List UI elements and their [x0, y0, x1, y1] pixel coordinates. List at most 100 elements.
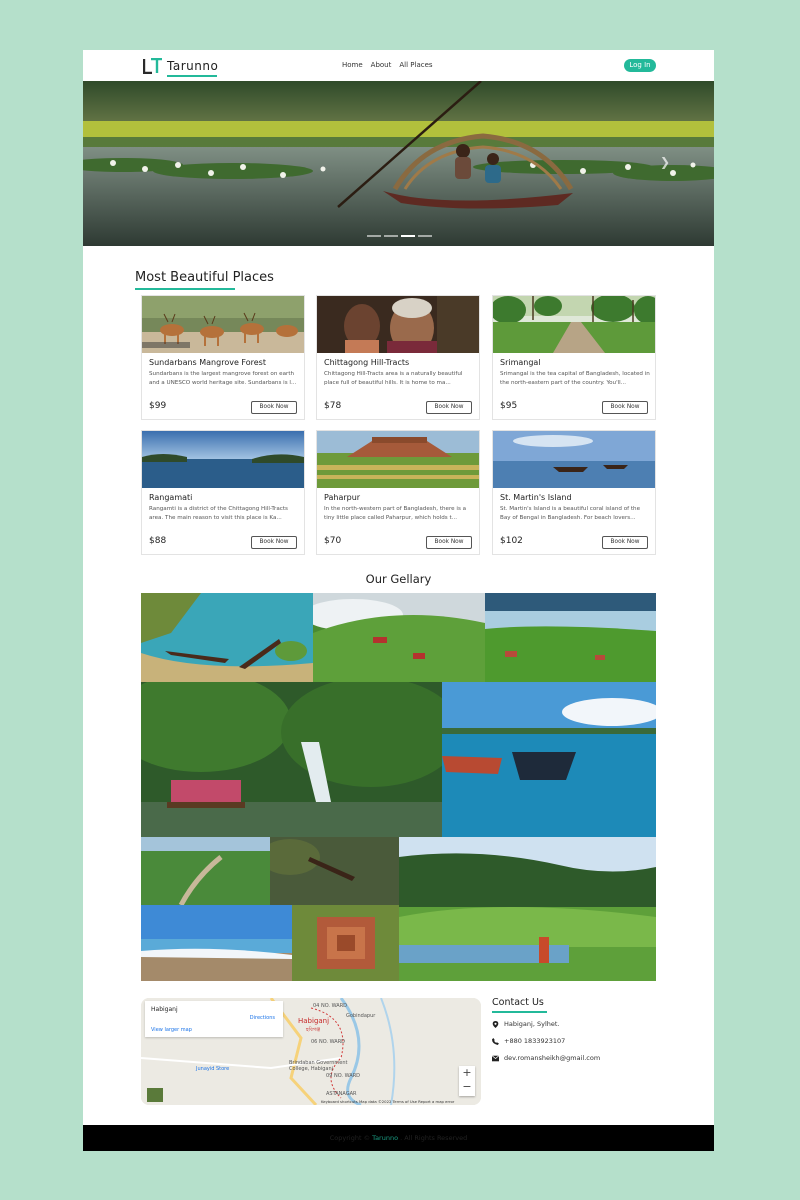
map-label: 06 NO. WARD [311, 1039, 346, 1045]
gallery-image[interactable] [141, 905, 292, 981]
gallery-image[interactable] [141, 837, 270, 905]
contact-email-text[interactable]: dev.romansheikh@gmail.com [504, 1054, 600, 1062]
place-name: Rangamati [149, 493, 193, 502]
place-description: Rangamti is a district of the Chittagong… [149, 506, 288, 521]
gallery-image[interactable] [270, 837, 399, 905]
book-now-button[interactable]: Book Now [426, 401, 472, 414]
place-description: St. Martin's Island is a beautiful coral… [500, 506, 641, 521]
gallery-title: Our Gellary [365, 572, 432, 586]
gallery-image[interactable] [399, 837, 656, 981]
map-label: ASTANAGAR [326, 1091, 357, 1097]
place-description: Chittagong Hill-Tracts area is a natural… [324, 371, 463, 386]
hero-carousel[interactable]: ❯ [83, 81, 714, 246]
book-now-button[interactable]: Book Now [251, 401, 297, 414]
footer: Copyright © Tarunno . All Rights Reserve… [83, 1125, 714, 1151]
place-name: St. Martin's Island [500, 493, 572, 502]
place-price: $70 [324, 536, 342, 546]
place-image-rangamati [142, 431, 304, 488]
place-description: In the north-western part of Bangladesh,… [324, 506, 467, 521]
contact-email: dev.romansheikh@gmail.com [492, 1054, 600, 1062]
places-section-title: Most Beautiful Places [135, 270, 274, 285]
phone-icon [492, 1037, 499, 1045]
login-button[interactable]: Log In [624, 59, 656, 72]
contact-address-text: Habiganj, Sylhet. [504, 1020, 560, 1028]
zoom-in-button[interactable]: + [459, 1066, 475, 1080]
carousel-dot-4[interactable] [418, 235, 432, 237]
map-label: Brindaban Government College, Habiganj [289, 1060, 348, 1072]
book-now-button[interactable]: Book Now [602, 401, 648, 414]
place-price: $78 [324, 401, 342, 411]
nav-link-about[interactable]: About [371, 61, 392, 69]
place-image-srimangal [493, 296, 655, 353]
places-title-underline [135, 288, 235, 290]
contact-address: Habiganj, Sylhet. [492, 1020, 559, 1028]
place-price: $102 [500, 536, 523, 546]
gallery-grid [141, 593, 656, 981]
gallery-image[interactable] [141, 593, 313, 682]
carousel-dot-1[interactable] [367, 235, 381, 237]
place-image-paharpur [317, 431, 479, 488]
page: Tarunno Home About All Places Log In ❯ M… [83, 50, 714, 1151]
place-card: Sundarbans Mangrove Forest Sundarbans is… [141, 295, 305, 420]
hero-image [83, 81, 714, 246]
map-label: Junayid Store [196, 1066, 230, 1072]
place-price: $88 [149, 536, 167, 546]
book-now-button[interactable]: Book Now [602, 536, 648, 549]
place-name: Chittagong Hill-Tracts [324, 358, 410, 367]
map-view-larger-link[interactable]: View larger map [151, 1027, 192, 1033]
map-place-name: Habiganj [151, 1006, 178, 1013]
place-description: Sundarbans is the largest mangrove fores… [149, 371, 297, 386]
place-name: Paharpur [324, 493, 361, 502]
contact-title-underline [492, 1011, 547, 1013]
nav-link-home[interactable]: Home [342, 61, 363, 69]
map-label: হবিগঞ্জ [306, 1027, 321, 1033]
footer-copyright-prefix: Copyright © [329, 1134, 373, 1142]
map-directions-link[interactable]: Directions [250, 1015, 275, 1021]
place-card: Chittagong Hill-Tracts Chittagong Hill-T… [316, 295, 480, 420]
gallery-image[interactable] [485, 593, 656, 682]
gallery-image[interactable] [292, 905, 399, 981]
logo-mark-icon [143, 58, 162, 74]
place-image-chittagong [317, 296, 479, 353]
nav-links: Home About All Places [342, 61, 433, 69]
place-name: Srimangal [500, 358, 541, 367]
place-card: Paharpur In the north-western part of Ba… [316, 430, 480, 555]
place-image-st-martins [493, 431, 655, 488]
footer-copyright-suffix: . All Rights Reserved [398, 1134, 468, 1142]
place-price: $95 [500, 401, 518, 411]
book-now-button[interactable]: Book Now [251, 536, 297, 549]
location-pin-icon [492, 1020, 499, 1028]
map-label: Gobindapur [346, 1013, 376, 1019]
navbar: Tarunno Home About All Places Log In [83, 50, 714, 81]
carousel-indicators [367, 235, 432, 237]
envelope-icon [492, 1054, 499, 1061]
contact-phone: +880 1833923107 [492, 1037, 565, 1045]
gallery-image[interactable] [313, 593, 485, 682]
place-card: Srimangal Srimangal is the tea capital o… [492, 295, 656, 420]
contact-title: Contact Us [492, 997, 544, 1008]
gallery-image[interactable] [141, 682, 442, 837]
book-now-button[interactable]: Book Now [426, 536, 472, 549]
logo-text: Tarunno [167, 59, 219, 73]
place-description: Srimangal is the tea capital of Banglade… [500, 371, 650, 386]
map-attribution: Keyboard shortcuts Map data ©2022 Terms … [321, 1099, 455, 1104]
google-map[interactable]: Habiganj Directions View larger map 04 N… [141, 998, 481, 1105]
place-price: $99 [149, 401, 167, 411]
place-image-sundarbans [142, 296, 304, 353]
footer-brand-link[interactable]: Tarunno [372, 1134, 398, 1142]
logo-underline [167, 75, 217, 77]
gallery-image[interactable] [442, 682, 656, 837]
nav-link-all-places[interactable]: All Places [399, 61, 432, 69]
contact-phone-text[interactable]: +880 1833923107 [504, 1037, 565, 1045]
map-label: Habiganj [298, 1017, 330, 1025]
carousel-dot-2[interactable] [384, 235, 398, 237]
carousel-dot-3[interactable] [401, 235, 415, 237]
logo[interactable]: Tarunno [143, 56, 243, 78]
map-zoom-control: + − [459, 1066, 475, 1096]
place-card: Rangamati Rangamti is a district of the … [141, 430, 305, 555]
carousel-next-icon[interactable]: ❯ [660, 155, 670, 169]
zoom-out-button[interactable]: − [459, 1080, 475, 1094]
map-info-card: Habiganj Directions View larger map [145, 1001, 283, 1037]
place-card: St. Martin's Island St. Martin's Island … [492, 430, 656, 555]
map-label: 09 NO. WARD [326, 1073, 361, 1079]
